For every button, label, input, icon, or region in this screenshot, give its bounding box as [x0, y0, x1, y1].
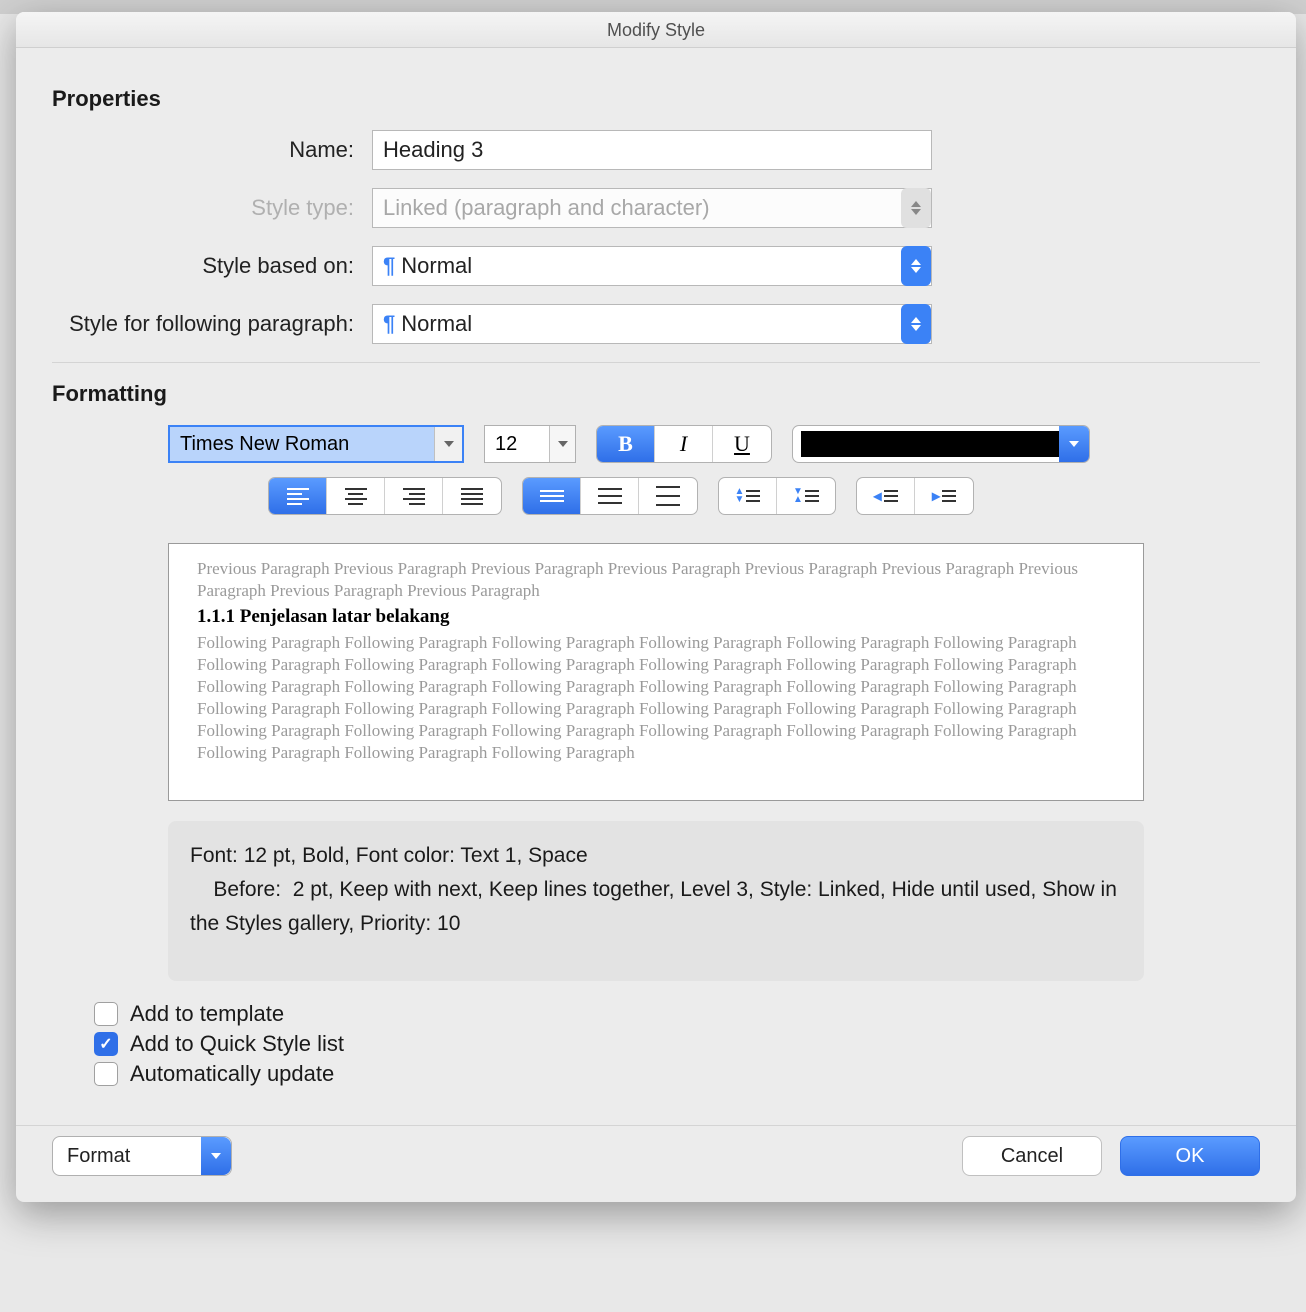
- style-type-select: Linked (paragraph and character): [372, 188, 932, 228]
- font-family-value: Times New Roman: [180, 433, 349, 456]
- dropdown-icon: [434, 427, 462, 461]
- spacing-15-icon: [598, 488, 622, 504]
- font-color-select[interactable]: [792, 425, 1090, 463]
- description-line: Before: 2 pt, Keep with next, Keep lines…: [190, 873, 1122, 941]
- align-justify-button[interactable]: [443, 478, 501, 514]
- indent-group: ◂ ▸: [856, 477, 974, 515]
- underline-button[interactable]: U: [713, 426, 771, 462]
- alignment-group: [268, 477, 502, 515]
- line-spacing-group: [522, 477, 698, 515]
- add-to-quick-style-checkbox[interactable]: ✓: [94, 1032, 118, 1056]
- modify-style-dialog: Modify Style Properties Name: Style type…: [16, 12, 1296, 1202]
- decrease-indent-icon: ◂: [873, 486, 897, 506]
- dropdown-icon: [549, 426, 575, 462]
- decrease-indent-button[interactable]: ◂: [857, 478, 915, 514]
- label-name: Name:: [52, 137, 372, 163]
- align-center-icon: [345, 488, 367, 505]
- add-to-template-checkbox[interactable]: [94, 1002, 118, 1026]
- dialog-title: Modify Style: [16, 12, 1296, 48]
- description-line: Font: 12 pt, Bold, Font color: Text 1, S…: [190, 839, 1122, 873]
- para-space-decrease-icon: ▼▲: [793, 488, 819, 504]
- dropdown-icon: [1059, 426, 1089, 462]
- stepper-icon: [901, 246, 931, 286]
- auto-update-label: Automatically update: [130, 1061, 334, 1087]
- dropdown-icon: [201, 1137, 231, 1175]
- font-size-value: 12: [495, 433, 517, 456]
- para-space-decrease-button[interactable]: ▼▲: [777, 478, 835, 514]
- color-swatch: [801, 431, 1059, 457]
- para-space-increase-icon: ▲▼: [735, 488, 761, 504]
- align-left-button[interactable]: [269, 478, 327, 514]
- align-right-button[interactable]: [385, 478, 443, 514]
- preview-sample-text: 1.1.1 Penjelasan latar belakang: [197, 606, 1115, 628]
- format-menu-label: Format: [67, 1145, 130, 1168]
- ok-button[interactable]: OK: [1120, 1136, 1260, 1176]
- name-input[interactable]: [372, 130, 932, 170]
- add-to-quick-style-label: Add to Quick Style list: [130, 1031, 344, 1057]
- align-left-icon: [287, 488, 309, 505]
- spacing-2-button[interactable]: [639, 478, 697, 514]
- format-menu-button[interactable]: Format: [52, 1136, 232, 1176]
- font-style-group: B I U: [596, 425, 772, 463]
- spacing-2-icon: [656, 486, 680, 506]
- bold-button[interactable]: B: [597, 426, 655, 462]
- para-spacing-group: ▲▼ ▼▲: [718, 477, 836, 515]
- spacing-15-button[interactable]: [581, 478, 639, 514]
- para-space-increase-button[interactable]: ▲▼: [719, 478, 777, 514]
- spacing-1-icon: [540, 490, 564, 502]
- align-center-button[interactable]: [327, 478, 385, 514]
- following-select[interactable]: ¶ Normal: [372, 304, 932, 344]
- cancel-button[interactable]: Cancel: [962, 1136, 1102, 1176]
- add-to-template-label: Add to template: [130, 1001, 284, 1027]
- label-based-on: Style based on:: [52, 253, 372, 279]
- font-family-select[interactable]: Times New Roman: [168, 425, 464, 463]
- stepper-icon: [901, 188, 931, 228]
- italic-button[interactable]: I: [655, 426, 713, 462]
- align-right-icon: [403, 488, 425, 505]
- section-formatting: Formatting: [52, 381, 1260, 407]
- divider: [52, 362, 1260, 363]
- style-description: Font: 12 pt, Bold, Font color: Text 1, S…: [168, 821, 1144, 981]
- font-size-select[interactable]: 12: [484, 425, 576, 463]
- pilcrow-icon: ¶: [383, 253, 395, 279]
- style-type-value: Linked (paragraph and character): [383, 195, 710, 221]
- based-on-value: Normal: [401, 253, 472, 279]
- pilcrow-icon: ¶: [383, 311, 395, 337]
- section-properties: Properties: [52, 86, 1260, 112]
- increase-indent-icon: ▸: [932, 486, 956, 506]
- align-justify-icon: [461, 488, 483, 505]
- preview-previous-text: Previous Paragraph Previous Paragraph Pr…: [197, 558, 1115, 602]
- style-preview: Previous Paragraph Previous Paragraph Pr…: [168, 543, 1144, 801]
- label-style-type: Style type:: [52, 195, 372, 221]
- spacing-1-button[interactable]: [523, 478, 581, 514]
- stepper-icon: [901, 304, 931, 344]
- based-on-select[interactable]: ¶ Normal: [372, 246, 932, 286]
- auto-update-checkbox[interactable]: [94, 1062, 118, 1086]
- preview-following-text: Following Paragraph Following Paragraph …: [197, 632, 1115, 764]
- increase-indent-button[interactable]: ▸: [915, 478, 973, 514]
- following-value: Normal: [401, 311, 472, 337]
- label-following: Style for following paragraph:: [52, 311, 372, 337]
